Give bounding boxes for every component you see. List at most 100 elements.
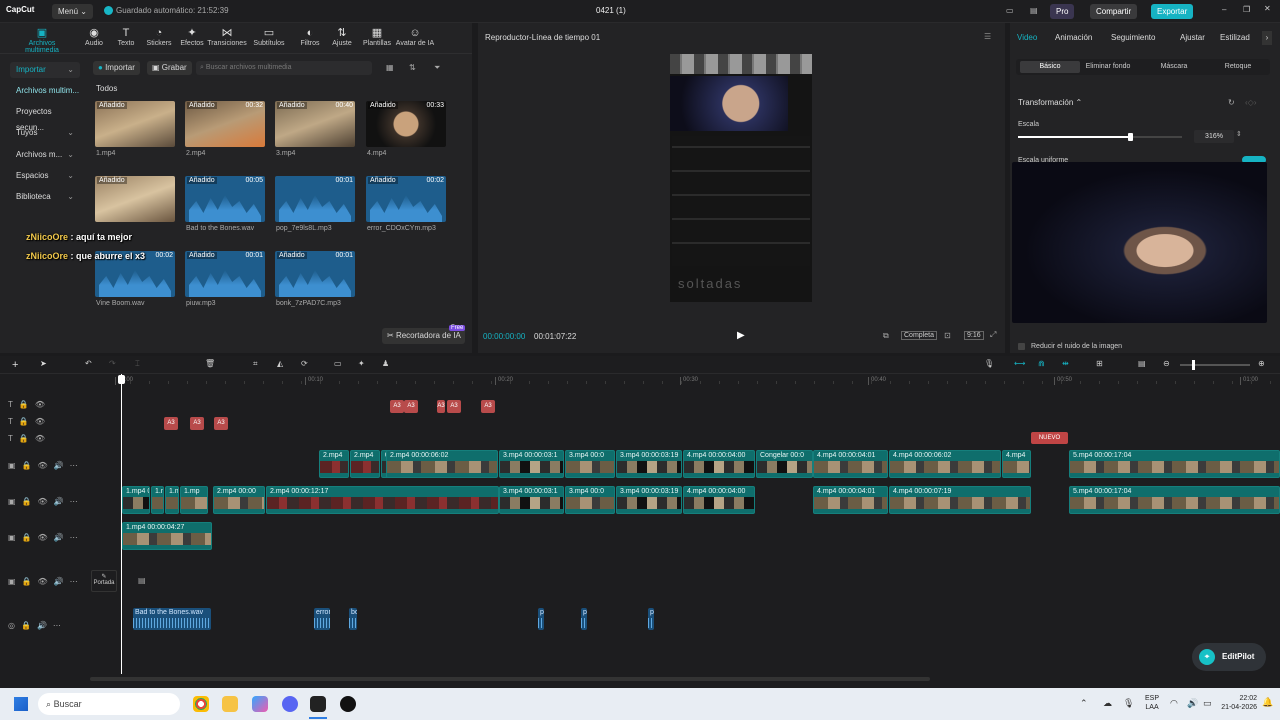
play-icon[interactable]: ▶ — [737, 330, 745, 341]
track-controls[interactable]: ▣🔒👁🔊⋯ — [8, 533, 84, 542]
language-indicator[interactable]: ESP LAA — [1145, 694, 1159, 712]
rotate-icon[interactable]: ⟳ — [301, 359, 308, 368]
sidebar-item[interactable]: Tuyos ⌄ — [10, 125, 80, 141]
snap-icon[interactable]: ⇹ — [1062, 359, 1069, 368]
clock[interactable]: 22:02 21-04-2026 — [1209, 694, 1257, 712]
close-icon[interactable]: ✕ — [1264, 4, 1271, 13]
text-clip[interactable]: A3 — [404, 400, 418, 413]
share-button[interactable]: Compartir — [1090, 4, 1138, 19]
chevron-right-icon[interactable]: › — [1262, 31, 1272, 45]
stepper-icon[interactable]: ⇕ — [1236, 130, 1242, 138]
video-clip[interactable]: 4.mp4 00:00:04:01 — [813, 486, 888, 514]
tool-ai-avatar[interactable]: ☺ Avatar de IA — [395, 27, 435, 47]
tool-templates[interactable]: ▦ Plantillas — [357, 27, 397, 47]
sort-icon[interactable]: ⇅ — [409, 63, 416, 72]
split-icon[interactable]: ⌶ — [135, 359, 140, 369]
track-controls[interactable]: T🔒👁 — [8, 434, 51, 443]
import-button[interactable]: ● Importar — [93, 61, 140, 75]
video-clip[interactable]: 4.mp4 00:00:04:01 — [813, 450, 888, 478]
search-input[interactable]: ⌕ Buscar archivos multimedia — [196, 61, 372, 75]
reset-icon[interactable]: ↻ — [1228, 98, 1235, 107]
copilot-icon[interactable] — [252, 696, 268, 712]
text-clip[interactable]: A3 — [390, 400, 404, 413]
tab-ajustar[interactable]: Ajustar — [1180, 33, 1205, 42]
tool-media[interactable]: ▣ Archivos multimedia — [20, 27, 64, 54]
fit-icon[interactable]: ⧉ — [883, 331, 889, 341]
capcut-taskbar-icon[interactable] — [310, 696, 326, 712]
export-button[interactable]: Exportar — [1151, 4, 1194, 19]
playhead-handle[interactable] — [118, 375, 125, 384]
media-thumbnail[interactable]: Añadido 00:02 — [366, 176, 446, 222]
track-controls[interactable]: ▣🔒👁🔊⋯ — [8, 461, 84, 470]
sidebar-item[interactable]: Biblioteca ⌄ — [10, 189, 80, 205]
redo-icon[interactable]: ↷ — [109, 359, 116, 368]
track-controls[interactable]: ▣🔒👁🔊⋯ — [8, 497, 84, 506]
video-clip[interactable]: 3.mp4 00:00:03:19 — [616, 486, 682, 514]
tray-chevron-icon[interactable]: ⌃ — [1080, 698, 1088, 709]
subtab[interactable]: Eliminar fondo — [1078, 61, 1138, 73]
link-icon[interactable]: ⟷ — [1014, 359, 1025, 368]
tool-effects[interactable]: ✦ Efectos — [172, 27, 212, 47]
video-clip[interactable]: 2.mp4 00:00 — [213, 486, 265, 514]
delete-icon[interactable]: 🗑 — [205, 359, 215, 368]
noise-checkbox[interactable] — [1018, 343, 1025, 350]
player-menu-icon[interactable]: ☰ — [984, 32, 991, 41]
subtab[interactable]: Retoque — [1208, 61, 1268, 73]
filter-all-label[interactable]: Todos — [96, 84, 117, 93]
scale-slider-thumb[interactable] — [1127, 133, 1133, 141]
tab-video[interactable]: Video — [1017, 33, 1037, 42]
caption-icon[interactable]: ▭ — [334, 359, 342, 368]
text-clip[interactable]: A3 — [481, 400, 495, 413]
zoom-out-icon[interactable]: ⊖ — [1163, 359, 1170, 368]
editpilot-button[interactable]: ⌖ EditPilot — [1192, 643, 1266, 671]
cloud-icon[interactable]: ☁ — [1103, 698, 1112, 709]
media-thumbnail[interactable]: Añadido — [95, 101, 175, 147]
video-clip[interactable]: 5.mp4 00:00:17:04 — [1069, 486, 1280, 514]
text-clip[interactable]: A3 — [190, 417, 204, 430]
taskbar-search[interactable]: ⌕ Buscar — [38, 693, 180, 715]
storyboard-icon[interactable]: ▤ — [138, 576, 146, 585]
video-clip[interactable]: Congelar 00:0 — [756, 450, 813, 478]
text-clip[interactable]: A3 — [214, 417, 228, 430]
text-clip[interactable]: A3 — [164, 417, 178, 430]
crop-icon[interactable]: ⌗ — [253, 359, 258, 369]
video-clip[interactable]: 3.mp4 00:0 — [565, 450, 615, 478]
keyframe-icon[interactable]: ‹◇› — [1245, 98, 1256, 107]
video-clip[interactable]: 4.mp4 — [1002, 450, 1031, 478]
video-clip[interactable]: 5.mp4 00:00:17:04 — [1069, 450, 1280, 478]
add-icon[interactable]: + — [12, 359, 18, 371]
fullscreen-icon[interactable]: ⤢ — [990, 330, 996, 340]
video-clip[interactable]: 4.mp4 00:00:06:02 — [889, 450, 1001, 478]
video-clip[interactable]: 1.mp4 00:00:04:27 — [122, 522, 212, 550]
zoom-slider[interactable] — [1180, 360, 1250, 370]
audio-clip[interactable]: error_ — [314, 608, 330, 630]
quality-selector[interactable]: Completa — [901, 331, 937, 340]
grid-view-icon[interactable]: ▦ — [386, 63, 394, 72]
sidebar-item[interactable]: Espacios ⌄ — [10, 168, 80, 184]
maximize-icon[interactable]: ❐ — [1243, 5, 1250, 14]
audio-clip[interactable]: pi — [581, 608, 587, 630]
zoom-slider-thumb[interactable] — [1192, 360, 1195, 370]
timeline-scrollbar[interactable] — [90, 677, 930, 681]
mirror-icon[interactable]: ◭ — [277, 359, 283, 368]
tab-seguimiento[interactable]: Seguimiento — [1111, 33, 1155, 42]
tool-adjust[interactable]: ⇅ Ajuste — [322, 27, 362, 47]
text-clip[interactable]: A3 — [447, 400, 461, 413]
video-clip[interactable]: 4.mp4 00:00:07:19 — [889, 486, 1031, 514]
media-thumbnail[interactable]: Añadido — [95, 176, 175, 222]
notification-bell-icon[interactable]: 🔔 — [1262, 697, 1273, 708]
tab-animacin[interactable]: Animación — [1055, 33, 1092, 42]
zoom-in-icon[interactable]: ⊕ — [1258, 359, 1265, 368]
mic-icon[interactable]: 🎙 — [1123, 698, 1134, 709]
caption-toggle-icon[interactable]: ▤ — [1138, 359, 1146, 368]
tool-transitions[interactable]: ⋈ Transiciones — [207, 27, 247, 47]
layout-icon[interactable]: ▭ — [1006, 6, 1014, 15]
video-clip[interactable]: 2.mp4 00:00:06:02 — [386, 450, 498, 478]
audio-clip[interactable]: Bad to the Bones.wav — [133, 608, 211, 630]
video-clip[interactable]: 3.mp4 00:0 — [565, 486, 615, 514]
subtab[interactable]: Básico — [1020, 61, 1080, 73]
video-clip[interactable]: 1.mp — [180, 486, 208, 514]
minimize-icon[interactable]: – — [1222, 5, 1226, 14]
scale-value-input[interactable]: 316% — [1194, 130, 1234, 143]
select-tool-icon[interactable]: ➤ — [40, 359, 47, 368]
